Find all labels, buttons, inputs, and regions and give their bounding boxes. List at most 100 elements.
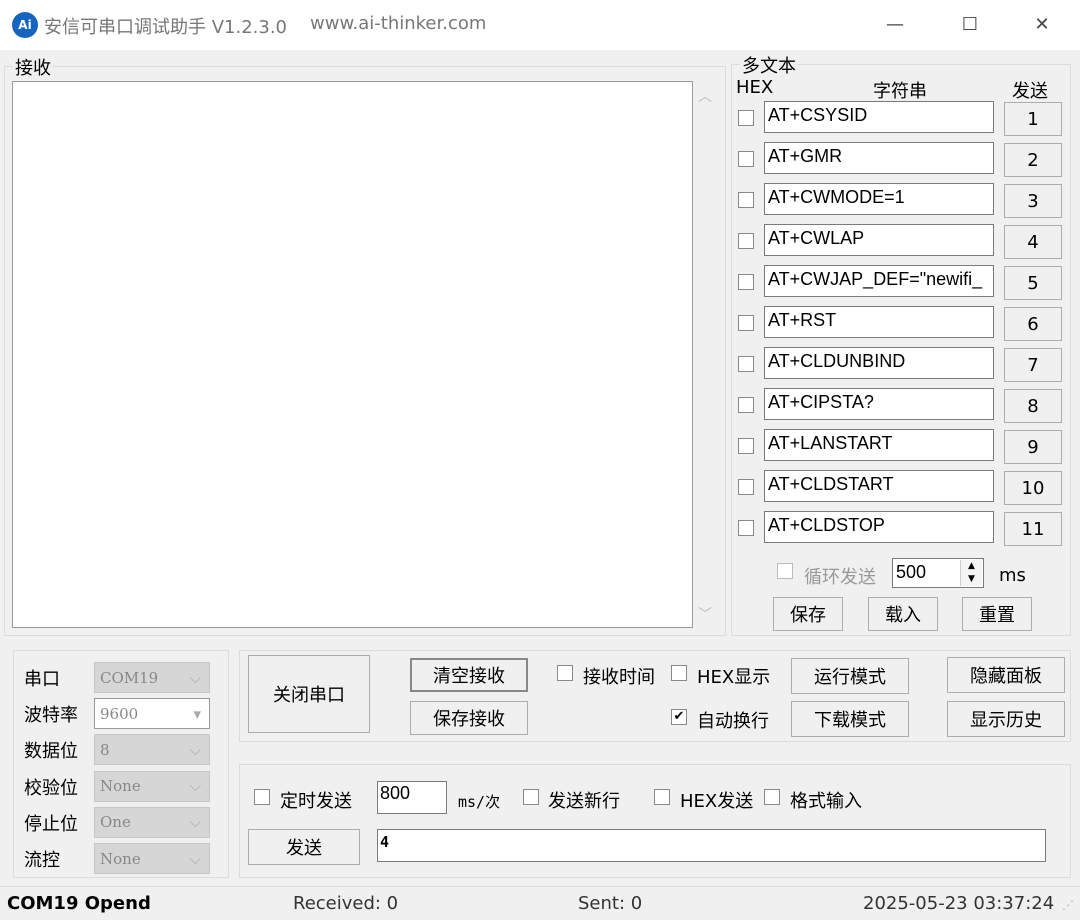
multi-send-button[interactable]: 1 [1004, 102, 1062, 136]
timed-interval-input[interactable]: 800 [377, 781, 447, 814]
multi-send-button[interactable]: 8 [1004, 389, 1062, 423]
timed-send-checkbox[interactable] [254, 789, 270, 805]
website-url: www.ai-thinker.com [310, 13, 486, 34]
hex-row-checkbox[interactable] [738, 274, 754, 290]
loop-send-checkbox[interactable] [777, 563, 793, 579]
hex-row-checkbox[interactable] [738, 356, 754, 372]
port-setting-value: None [100, 777, 141, 795]
status-time: 2025-05-23 03:37:24 [863, 893, 1054, 914]
multi-send-button[interactable]: 3 [1004, 184, 1062, 218]
multi-text-label: 多文本 [740, 52, 798, 78]
receive-textarea[interactable] [12, 81, 693, 628]
received-count: Received: 0 [293, 893, 398, 914]
multi-text-input[interactable]: AT+CWLAP [764, 224, 994, 256]
app-logo: Ai [12, 12, 38, 38]
multi-text-input[interactable]: AT+CSYSID [764, 101, 994, 133]
loop-unit: ms [999, 565, 1026, 586]
scroll-up-icon[interactable]: ︿ [698, 86, 712, 106]
port-setting-label: 停止位 [24, 810, 78, 836]
multi-text-input[interactable]: AT+CLDSTOP [764, 511, 994, 543]
interval-unit: ms/次 [458, 791, 500, 812]
string-header: 字符串 [873, 77, 927, 103]
receive-time-checkbox[interactable] [557, 665, 573, 681]
chevron-down-icon: ⌵ [190, 777, 201, 795]
multi-send-button[interactable]: 11 [1004, 512, 1062, 546]
chevron-down-icon: ⌵ [190, 741, 201, 759]
port-setting-select[interactable]: COM19⌵ [94, 662, 210, 693]
multi-send-button[interactable]: 4 [1004, 225, 1062, 259]
multi-send-button[interactable]: 7 [1004, 348, 1062, 382]
port-setting-select[interactable]: 8⌵ [94, 734, 210, 765]
multi-send-button[interactable]: 9 [1004, 430, 1062, 464]
chevron-down-icon: ▾ [193, 705, 201, 723]
multi-text-input[interactable]: AT+CWJAP_DEF="newifi_ [764, 265, 994, 297]
send-button[interactable]: 发送 [248, 829, 360, 865]
hide-panel-button[interactable]: 隐藏面板 [947, 657, 1065, 693]
timed-send-label: 定时发送 [280, 787, 352, 813]
send-input[interactable]: 4 [377, 829, 1046, 862]
multi-text-input[interactable]: AT+CWMODE=1 [764, 183, 994, 215]
close-button[interactable]: ✕ [1022, 10, 1062, 40]
close-port-button[interactable]: 关闭串口 [248, 655, 370, 733]
hex-row-checkbox[interactable] [738, 192, 754, 208]
send-newline-checkbox[interactable] [523, 789, 539, 805]
format-input-checkbox[interactable] [764, 789, 780, 805]
hex-row-checkbox[interactable] [738, 315, 754, 331]
reset-multi-button[interactable]: 重置 [962, 597, 1032, 631]
receive-label: 接收 [13, 54, 53, 80]
download-mode-button[interactable]: 下载模式 [791, 701, 909, 737]
hex-row-checkbox[interactable] [738, 438, 754, 454]
port-setting-value: 8 [100, 741, 110, 759]
maximize-button[interactable]: ☐ [950, 10, 990, 40]
multi-send-button[interactable]: 6 [1004, 307, 1062, 341]
save-receive-button[interactable]: 保存接收 [410, 701, 528, 735]
multi-send-button[interactable]: 10 [1004, 471, 1062, 505]
run-mode-button[interactable]: 运行模式 [791, 658, 909, 694]
auto-wrap-label: 自动换行 [697, 707, 769, 733]
hex-row-checkbox[interactable] [738, 151, 754, 167]
chevron-down-icon: ⌵ [190, 669, 201, 687]
scroll-down-icon[interactable]: ﹀ [698, 604, 712, 624]
multi-text-input[interactable]: AT+GMR [764, 142, 994, 174]
sent-count: Sent: 0 [578, 893, 642, 914]
format-input-label: 格式输入 [790, 787, 862, 813]
clear-receive-button[interactable]: 清空接收 [410, 658, 528, 692]
send-newline-label: 发送新行 [548, 787, 620, 813]
hex-display-checkbox[interactable] [671, 665, 687, 681]
multi-text-input[interactable]: AT+CLDSTART [764, 470, 994, 502]
multi-send-button[interactable]: 5 [1004, 266, 1062, 300]
multi-text-input[interactable]: AT+CLDUNBIND [764, 347, 994, 379]
multi-text-input[interactable]: AT+RST [764, 306, 994, 338]
spinner-icon[interactable]: ▲▼ [960, 560, 982, 586]
port-setting-select[interactable]: None ⌵ [94, 771, 210, 802]
hex-row-checkbox[interactable] [738, 110, 754, 126]
multi-send-button[interactable]: 2 [1004, 143, 1062, 177]
chevron-down-icon: ⌵ [190, 850, 201, 868]
show-history-button[interactable]: 显示历史 [947, 701, 1065, 737]
hex-row-checkbox[interactable] [738, 520, 754, 536]
chevron-down-icon: ⌵ [190, 813, 201, 831]
hex-row-checkbox[interactable] [738, 479, 754, 495]
hex-send-checkbox[interactable] [654, 789, 670, 805]
hex-send-label: HEX发送 [680, 787, 753, 813]
port-setting-label: 校验位 [24, 774, 78, 800]
window-title: 安信可串口调试助手 V1.2.3.0 [44, 13, 287, 39]
resize-grip-icon[interactable]: ⋰ [1062, 898, 1074, 912]
port-setting-label: 流控 [24, 846, 60, 872]
port-setting-select[interactable]: One⌵ [94, 807, 210, 838]
port-setting-select[interactable]: None⌵ [94, 843, 210, 874]
save-multi-button[interactable]: 保存 [773, 597, 843, 631]
port-setting-select[interactable]: 9600▾ [94, 698, 210, 729]
port-setting-label: 串口 [24, 665, 60, 691]
auto-wrap-checkbox[interactable]: ✔ [671, 709, 687, 725]
hex-row-checkbox[interactable] [738, 233, 754, 249]
multi-text-input[interactable]: AT+CIPSTA? [764, 388, 994, 420]
hex-row-checkbox[interactable] [738, 397, 754, 413]
port-setting-label: 波特率 [24, 701, 78, 727]
load-multi-button[interactable]: 载入 [868, 597, 938, 631]
multi-text-input[interactable]: AT+LANSTART [764, 429, 994, 461]
port-status: COM19 Opend [7, 893, 151, 914]
minimize-button[interactable]: — [875, 10, 915, 40]
loop-send-label: 循环发送 [804, 563, 876, 589]
hex-header: HEX [736, 77, 773, 98]
